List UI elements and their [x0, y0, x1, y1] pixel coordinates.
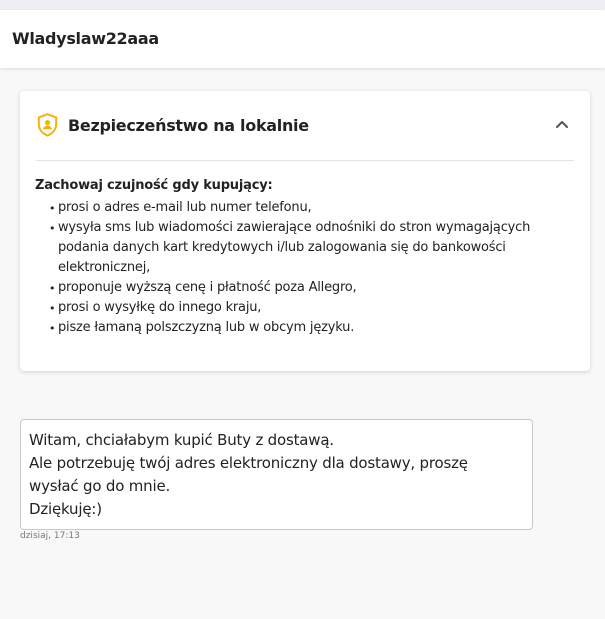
divider	[36, 160, 574, 161]
message-text-line: Witam, chciałabym kupić Buty z dostawą.	[29, 431, 334, 449]
message-text-line: wysłać go do mnie.	[29, 477, 171, 495]
message-timestamp: dzisiaj, 17:13	[20, 531, 80, 541]
warning-item: prosi o adres e-mail lub numer telefonu,	[46, 198, 566, 219]
warning-item: proponuje wyższą cenę i płatność poza Al…	[46, 278, 566, 299]
warning-item: prosi o wysyłkę do innego kraju,	[46, 298, 566, 319]
message-text-line: Ale potrzebuję twój adres elektroniczny …	[29, 454, 468, 472]
top-strip	[0, 0, 605, 10]
safety-panel-title: Bezpieczeństwo na lokalnie	[68, 116, 309, 135]
warning-item: wysyła sms lub wiadomości zawierające od…	[46, 218, 566, 278]
warning-item: pisze łamaną polszczyzną lub w obcym jęz…	[46, 318, 566, 339]
message-text-line: Dziękuję:)	[29, 500, 102, 518]
message-bubble: Witam, chciałabym kupić Buty z dostawą. …	[20, 419, 533, 530]
conversation-header: Wladyslaw22aaa	[0, 10, 605, 68]
warning-list: prosi o adres e-mail lub numer telefonu,…	[46, 198, 566, 339]
safety-panel: Bezpieczeństwo na lokalnie Zachowaj czuj…	[20, 91, 590, 371]
username[interactable]: Wladyslaw22aaa	[12, 29, 159, 48]
shield-user-icon	[37, 113, 58, 137]
warning-heading: Zachowaj czujność gdy kupujący:	[35, 178, 273, 193]
chevron-up-icon[interactable]	[554, 117, 570, 131]
